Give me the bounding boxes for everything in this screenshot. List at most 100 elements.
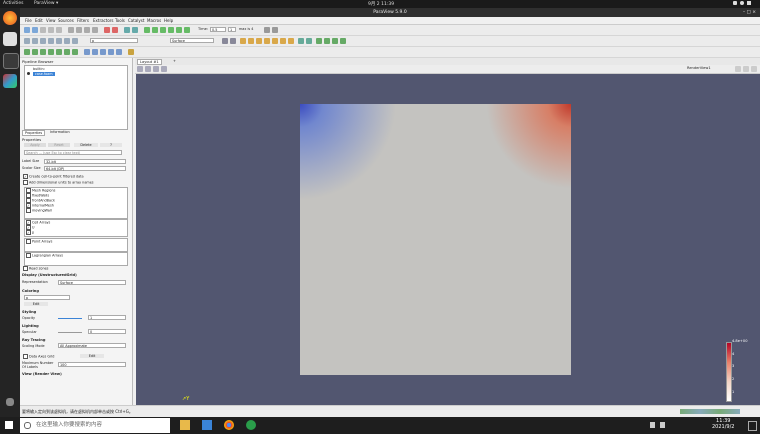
- taskbar-search-input[interactable]: 在这里输入你要搜索的内容: [20, 418, 170, 433]
- camera-undo-icon[interactable]: [124, 27, 130, 33]
- minimize-icon[interactable]: –: [743, 10, 745, 15]
- vm-device-icons[interactable]: [680, 409, 740, 414]
- loop-icon[interactable]: [184, 27, 190, 33]
- view-plus-x-icon[interactable]: [240, 38, 246, 44]
- zoom-icon[interactable]: [264, 27, 270, 33]
- wechat-icon[interactable]: [246, 420, 256, 430]
- read-zones-checkbox[interactable]: Read zones: [23, 266, 48, 271]
- threshold-icon[interactable]: [24, 49, 30, 55]
- chrome-icon[interactable]: [224, 420, 234, 430]
- view-section-header[interactable]: View (Render View): [22, 372, 62, 376]
- mesh-regions-list[interactable]: Mesh Regions fixedWalls frontAndBack ✓ in…: [24, 187, 128, 219]
- file-explorer-icon[interactable]: [180, 420, 190, 430]
- play-icon[interactable]: [160, 27, 166, 33]
- menu-edit[interactable]: Edit: [35, 18, 43, 23]
- timestep-spinbox[interactable]: 1: [228, 27, 236, 32]
- point-arrays-list[interactable]: Point Arrays: [24, 238, 128, 252]
- window-controls[interactable]: – □ ×: [743, 8, 756, 17]
- group-icon[interactable]: [64, 49, 70, 55]
- eye-visibility-icon[interactable]: [27, 72, 30, 75]
- isometric-view-icon[interactable]: [288, 38, 294, 44]
- data-axes-grid-checkbox[interactable]: Data Axes Grid: [23, 354, 54, 359]
- interact-icon[interactable]: [24, 38, 30, 44]
- query-icon[interactable]: [84, 49, 90, 55]
- representation-select[interactable]: Surface: [170, 38, 214, 43]
- plot-icon[interactable]: [92, 49, 98, 55]
- view-minus-x-icon[interactable]: [248, 38, 254, 44]
- edit-colormap-icon[interactable]: [48, 38, 54, 44]
- render-view[interactable]: ↗Y 4.8e+00 4 3 2 1: [136, 74, 760, 405]
- activities-button[interactable]: Activities: [3, 1, 24, 6]
- probe-icon[interactable]: [100, 49, 106, 55]
- create-c2p-checkbox[interactable]: ✓ Create cell-to-point filtered data: [23, 174, 84, 179]
- extract-subset-icon[interactable]: [32, 49, 38, 55]
- coloring-select[interactable]: p: [24, 295, 70, 300]
- rotate-minus-90-icon[interactable]: [306, 38, 312, 44]
- cell-arrays-list[interactable]: ✓ Cell Arrays ✓ U ✓ p: [24, 219, 128, 237]
- color-legend-icon[interactable]: [40, 38, 46, 44]
- custom-range-icon[interactable]: [64, 38, 70, 44]
- undo-icon[interactable]: [104, 27, 110, 33]
- view-plus-y-icon[interactable]: [256, 38, 262, 44]
- firefox-icon[interactable]: [3, 11, 17, 25]
- rescale-visible-icon[interactable]: [72, 38, 78, 44]
- opacity-input[interactable]: 1: [88, 315, 126, 320]
- previous-frame-icon[interactable]: [152, 27, 158, 33]
- system-tray-icons[interactable]: [733, 1, 755, 6]
- pipeline-browser[interactable]: builtin: case.foam: [24, 65, 128, 130]
- specular-input[interactable]: 0: [88, 329, 126, 334]
- redo-icon[interactable]: [112, 27, 118, 33]
- pipeline-item-case-foam[interactable]: case.foam: [33, 72, 55, 76]
- extract-level-icon[interactable]: [72, 49, 78, 55]
- display-section-header[interactable]: Display (UnstructuredGrid): [22, 273, 77, 277]
- mesh-region-item[interactable]: movingWall: [26, 208, 52, 213]
- scalar-size-select[interactable]: 64-bit (DP): [44, 166, 126, 171]
- menu-help[interactable]: Help: [164, 18, 173, 23]
- open-icon[interactable]: [24, 27, 30, 33]
- integrate-icon[interactable]: [116, 49, 122, 55]
- color-field-select[interactable]: p: [90, 38, 138, 43]
- opacity-slider[interactable]: [58, 318, 82, 319]
- connect-icon[interactable]: [48, 27, 54, 33]
- lagrangian-arrays-header[interactable]: Lagrangian Arrays: [26, 253, 63, 258]
- last-frame-icon[interactable]: [176, 27, 182, 33]
- view-tool-icon[interactable]: [161, 66, 167, 72]
- contour-icon[interactable]: [324, 38, 330, 44]
- menu-macros[interactable]: Macros: [147, 18, 161, 23]
- windows-start-icon[interactable]: [5, 421, 13, 429]
- menu-extractors[interactable]: Extractors: [93, 18, 114, 23]
- first-frame-icon[interactable]: [144, 27, 150, 33]
- warp-icon[interactable]: [56, 49, 62, 55]
- terminal-icon[interactable]: [3, 53, 19, 69]
- menu-view[interactable]: View: [46, 18, 56, 23]
- tab-information[interactable]: Information: [48, 130, 72, 134]
- split-vertical-icon[interactable]: [743, 66, 749, 72]
- disconnect-icon[interactable]: [56, 27, 62, 33]
- data-axes-edit-button[interactable]: Edit: [80, 354, 104, 358]
- pipeline-item-builtin[interactable]: builtin:: [33, 67, 45, 71]
- save-state-icon[interactable]: [40, 27, 46, 33]
- histogram-icon[interactable]: [108, 49, 114, 55]
- camera-redo-icon[interactable]: [132, 27, 138, 33]
- files-icon[interactable]: [3, 32, 17, 46]
- representation-dropdown[interactable]: Surface: [58, 280, 126, 285]
- properties-search-input[interactable]: Search ... (use Esc to clear text): [24, 150, 122, 155]
- macro-icon[interactable]: [68, 27, 74, 33]
- python-icon[interactable]: [76, 27, 82, 33]
- apply-button[interactable]: Apply: [24, 143, 46, 147]
- view-minus-y-icon[interactable]: [264, 38, 270, 44]
- menu-file[interactable]: File: [25, 18, 32, 23]
- clip-icon[interactable]: [332, 38, 338, 44]
- glyph-icon[interactable]: [40, 49, 46, 55]
- menu-sources[interactable]: Sources: [58, 18, 74, 23]
- select-icon[interactable]: [32, 38, 38, 44]
- show-apps-icon[interactable]: [6, 398, 14, 406]
- find-data-icon[interactable]: [84, 27, 90, 33]
- reset-camera-icon[interactable]: [222, 38, 228, 44]
- paraview-icon[interactable]: [3, 74, 17, 88]
- view-minus-z-icon[interactable]: [280, 38, 286, 44]
- spreadsheet-icon[interactable]: [92, 27, 98, 33]
- zoom-to-data-icon[interactable]: [230, 38, 236, 44]
- reset-button[interactable]: Reset: [48, 143, 70, 147]
- view-plus-z-icon[interactable]: [272, 38, 278, 44]
